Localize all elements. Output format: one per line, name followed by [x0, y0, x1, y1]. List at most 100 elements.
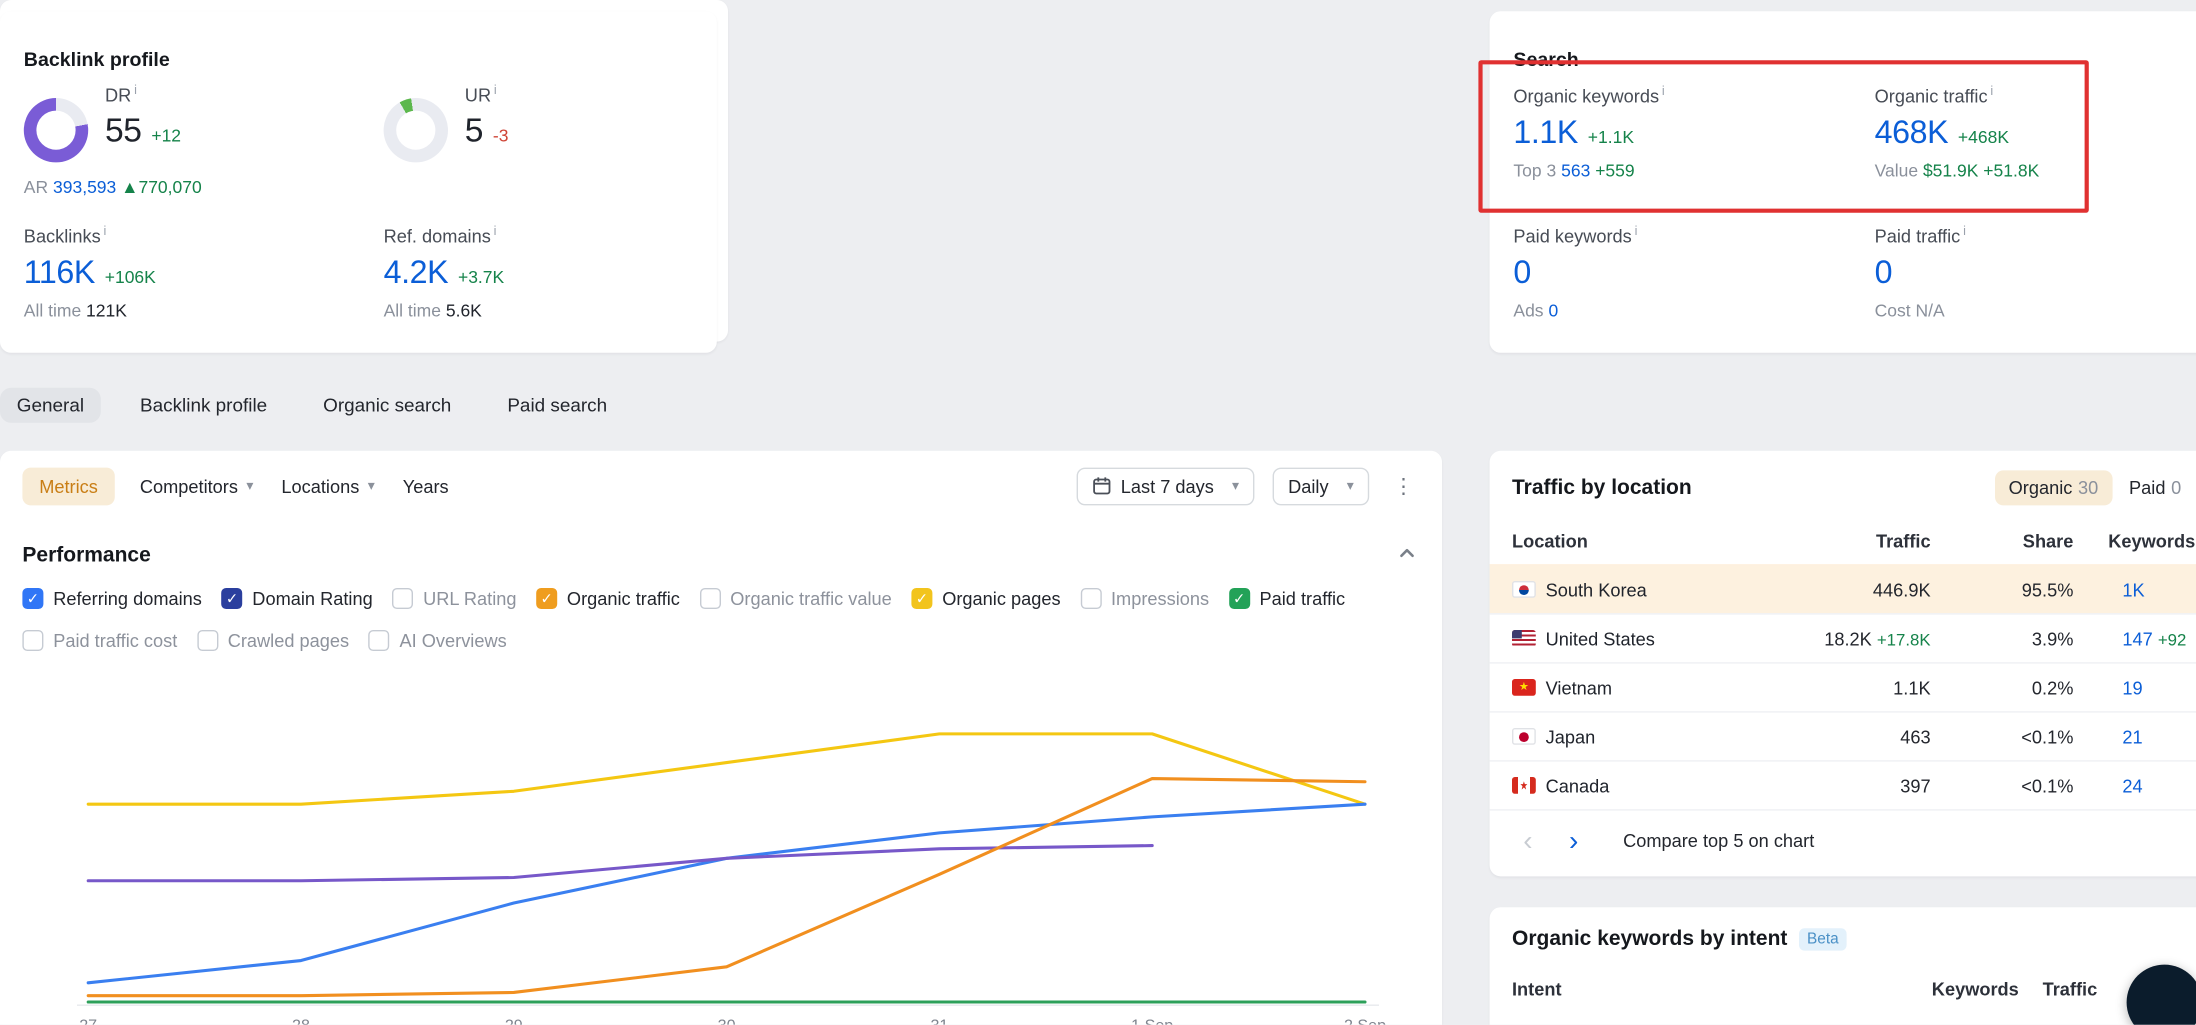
stat-label: Organic keywordsi [1513, 84, 1863, 107]
metric-domain-rating[interactable]: ✓Domain Rating [222, 588, 373, 609]
info-icon[interactable]: i [103, 224, 106, 238]
dr-value: 55 [105, 112, 142, 151]
info-icon[interactable]: i [494, 83, 497, 97]
stat-label: Paid traffici [1875, 224, 2196, 247]
chevron-down-icon: ▾ [246, 478, 253, 493]
search-stat-paid-traffic: Paid traffici 0 Cost N/A [1875, 224, 2196, 320]
stat-value[interactable]: 4.2K [384, 254, 449, 291]
ahrefs-rank-line[interactable]: AR 393,593 ▲770,070 [24, 178, 202, 198]
chart-line-organic-pages [88, 734, 1365, 804]
stat-value[interactable]: 468K [1875, 114, 1949, 151]
chevron-down-icon: ▾ [1232, 478, 1239, 493]
metric-paid-traffic-cost[interactable]: Paid traffic cost [22, 630, 177, 651]
tab-paid-search[interactable]: Paid search [491, 387, 624, 422]
info-icon[interactable]: i [494, 224, 497, 238]
tab-general[interactable]: General [0, 387, 101, 422]
checkbox[interactable] [197, 630, 218, 651]
stat-label: Paid keywordsi [1513, 224, 1863, 247]
next-page-icon[interactable]: › [1569, 827, 1578, 855]
location-table-body: South Korea446.9K95.5%1KUnited States18.… [1490, 564, 2196, 809]
granularity-button[interactable]: Daily▾ [1273, 467, 1370, 505]
checkbox[interactable]: ✓ [536, 588, 557, 609]
location-row-canada[interactable]: Canada397<0.1%24 [1490, 760, 2196, 809]
metric-impressions[interactable]: Impressions [1080, 588, 1209, 609]
dr-delta: +12 [151, 126, 181, 146]
location-row-japan[interactable]: Japan463<0.1%21 [1490, 711, 2196, 760]
info-icon[interactable]: i [1963, 224, 1966, 238]
metric-organic-traffic[interactable]: ✓Organic traffic [536, 588, 680, 609]
keywords-by-intent-card: Organic keywords by intent Beta Intent K… [1490, 907, 2196, 1025]
stat-value[interactable]: 116K [24, 254, 95, 291]
checkbox[interactable] [22, 630, 43, 651]
search-stat-paid-keywords: Paid keywordsi0Ads 0 [1513, 224, 1863, 320]
metric-paid-traffic[interactable]: ✓Paid traffic [1229, 588, 1345, 609]
info-icon[interactable]: i [1990, 84, 1993, 98]
stat-subline: All time 121K [24, 301, 374, 321]
location-pagination: ‹ › Compare top 5 on chart [1490, 809, 2196, 871]
performance-card: Metrics Competitors▾ Locations▾ Years La… [0, 451, 1442, 1025]
info-icon[interactable]: i [1662, 84, 1665, 98]
location-traffic: 397 [1735, 775, 1931, 796]
metric-label: URL Rating [423, 588, 516, 609]
performance-title: Performance [22, 543, 150, 567]
ur-delta: -3 [493, 126, 509, 146]
checkbox[interactable] [369, 630, 390, 651]
more-options-button[interactable]: ⋮ [1387, 470, 1419, 501]
stat-value[interactable]: 0 [1513, 254, 1531, 291]
stat-subline: Cost N/A [1875, 301, 2196, 321]
info-icon[interactable]: i [1635, 224, 1638, 238]
performance-chart[interactable]: 27282930311 Sep2 Sep [0, 675, 1442, 1025]
checkbox[interactable] [699, 588, 720, 609]
metrics-button[interactable]: Metrics [22, 467, 114, 505]
metric-url-rating[interactable]: URL Rating [392, 588, 516, 609]
checkbox[interactable]: ✓ [22, 588, 43, 609]
chevron-down-icon: ▾ [1347, 478, 1354, 493]
checkbox[interactable] [1080, 588, 1101, 609]
years-button[interactable]: Years [400, 467, 451, 505]
compare-top5-link[interactable]: Compare top 5 on chart [1623, 830, 1814, 851]
location-share: <0.1% [1931, 726, 2074, 747]
location-row-south-korea[interactable]: South Korea446.9K95.5%1K [1490, 564, 2196, 613]
location-share: 0.2% [1931, 677, 2074, 698]
checkbox[interactable]: ✓ [222, 588, 243, 609]
location-keywords: 147 +92 [2073, 628, 2195, 649]
traffic-by-location-card: Traffic by location Organic30 Paid0 Loca… [1490, 451, 2196, 877]
metric-referring-domains[interactable]: ✓Referring domains [22, 588, 202, 609]
stat-value[interactable]: 1.1K [1513, 114, 1578, 151]
location-name: Vietnam [1546, 677, 1735, 698]
toggle-organic[interactable]: Organic30 [1995, 470, 2113, 505]
metric-organic-pages[interactable]: ✓ Organic pages [911, 588, 1060, 609]
date-range-button[interactable]: Last 7 days▾ [1076, 467, 1255, 505]
intent-table-header: Intent Keywords Traffic [1490, 965, 2196, 1013]
search-stat-organic-traffic: Organic traffici468K+468KValue $51.9K +5… [1875, 84, 2196, 180]
info-icon[interactable]: i [134, 83, 137, 97]
metric-ai-overviews[interactable]: AI Overviews [369, 630, 507, 651]
location-row-vietnam[interactable]: ★Vietnam1.1K0.2%19 [1490, 662, 2196, 711]
backlink-stats-row: Backlinksi116K+106KAll time 121KRef. dom… [24, 224, 717, 353]
prev-page-icon[interactable]: ‹ [1523, 827, 1532, 855]
checkbox[interactable]: ✓ [911, 588, 932, 609]
checkbox[interactable] [392, 588, 413, 609]
search-card: Search Organic keywordsi1.1K+1.1KTop 3 5… [1490, 11, 2196, 353]
toggle-paid[interactable]: Paid0 [2115, 470, 2195, 505]
stat-value[interactable]: 0 [1875, 254, 1893, 291]
location-row-united-states[interactable]: United States18.2K +17.8K3.9%147 +92 [1490, 613, 2196, 662]
location-share: <0.1% [1931, 775, 2074, 796]
competitors-button[interactable]: Competitors▾ [137, 467, 256, 505]
tab-organic-search[interactable]: Organic search [306, 387, 468, 422]
metric-label: Organic traffic value [730, 588, 892, 609]
chart-toolbar: Metrics Competitors▾ Locations▾ Years La… [22, 466, 1419, 505]
stat-subline: All time 5.6K [384, 301, 734, 321]
location-share: 95.5% [1931, 579, 2074, 600]
locations-button[interactable]: Locations▾ [279, 467, 378, 505]
metric-crawled-pages[interactable]: Crawled pages [197, 630, 349, 651]
collapse-chevron-icon[interactable] [1394, 540, 1419, 569]
stat-delta: +106K [105, 268, 156, 288]
location-traffic: 18.2K +17.8K [1735, 628, 1931, 649]
backlink-top-row: DRi 55+12 AR 393,593 ▲770,070 URi 5-3 [24, 81, 717, 221]
metric-organic-traffic-value[interactable]: Organic traffic value [699, 588, 891, 609]
metric-label: Impressions [1111, 588, 1209, 609]
checkbox[interactable]: ✓ [1229, 588, 1250, 609]
metric-label: Organic pages [942, 588, 1060, 609]
tab-backlink-profile[interactable]: Backlink profile [123, 387, 284, 422]
